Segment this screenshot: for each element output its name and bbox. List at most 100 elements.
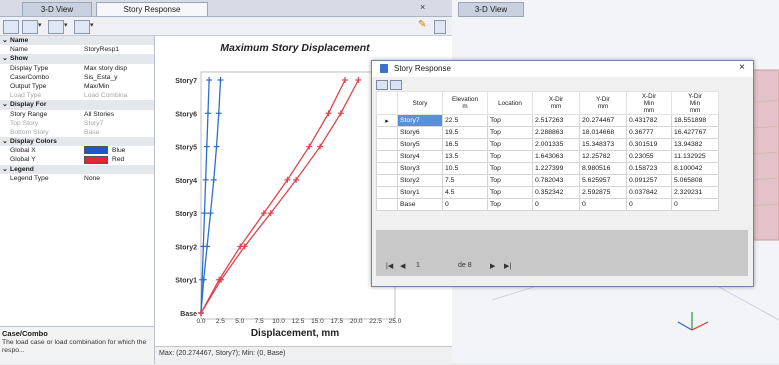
table-row[interactable]: Base 0 Top 0 0 0 0 (376, 198, 719, 211)
row-indicator[interactable] (376, 162, 398, 175)
table-cell[interactable]: 16.427767 (671, 126, 719, 139)
collapse-toggle-icon[interactable]: ⌄ (2, 137, 8, 146)
table-cell[interactable]: 0.782043 (532, 174, 580, 187)
next-page-button[interactable]: ▶ (490, 262, 495, 270)
table-cell[interactable]: 16.5 (442, 138, 488, 151)
tab-3d-view-right[interactable]: 3-D View (458, 2, 524, 17)
close-tab-icon[interactable]: × (420, 2, 425, 12)
collapse-toggle-icon[interactable]: ⌄ (2, 54, 8, 63)
property-row[interactable]: Bottom Story Base (0, 128, 154, 137)
table-cell[interactable]: Top (487, 186, 533, 199)
property-row[interactable]: Display Type Max story disp (0, 64, 154, 73)
table-cell[interactable]: 8.980516 (579, 162, 627, 175)
table-cell[interactable]: 12.25782 (579, 150, 627, 163)
property-row[interactable]: Load Type Load Combina (0, 91, 154, 100)
table-cell[interactable]: 2.288863 (532, 126, 580, 139)
color-swatch[interactable] (84, 155, 108, 164)
table-cell[interactable]: 0 (671, 198, 719, 211)
table-cell[interactable]: 10.5 (442, 162, 488, 175)
table-row[interactable]: Story2 7.5 Top 0.782043 5.625957 0.091257 5.06… (376, 174, 719, 187)
property-category[interactable]: ⌄ Display For (0, 100, 154, 110)
property-row[interactable]: Name StoryResp1 (0, 45, 154, 54)
tab-story-response[interactable]: Story Response (96, 2, 208, 16)
table-cell[interactable]: 0.037842 (626, 186, 672, 199)
table-cell[interactable]: Story3 (397, 162, 443, 175)
table-icon[interactable] (48, 20, 64, 34)
table-cell[interactable]: Top (487, 150, 533, 163)
close-icon[interactable]: × (739, 62, 745, 73)
table-cell[interactable]: 2.001335 (532, 138, 580, 151)
table-cell[interactable]: 0.158723 (626, 162, 672, 175)
copy-icon[interactable] (390, 80, 402, 90)
column-header[interactable]: Location (487, 91, 533, 115)
table-row[interactable]: Story5 16.5 Top 2.001335 15.348373 0.301519 13… (376, 138, 719, 151)
property-row[interactable]: Legend Type None (0, 174, 154, 183)
property-value[interactable]: Blue (84, 146, 154, 155)
property-value[interactable]: Red (84, 155, 154, 164)
property-row[interactable]: Global X Blue (0, 146, 154, 155)
print-icon[interactable] (74, 20, 90, 34)
table-cell[interactable]: Story1 (397, 186, 443, 199)
property-row[interactable]: Story Range All Stories (0, 110, 154, 119)
table-cell[interactable]: 0.23055 (626, 150, 672, 163)
table-cell[interactable]: 0 (579, 198, 627, 211)
property-value[interactable]: Base (84, 128, 154, 137)
row-indicator[interactable] (376, 198, 398, 211)
chevron-down-icon[interactable]: ▾ (64, 21, 68, 29)
row-indicator[interactable] (376, 138, 398, 151)
table-cell[interactable]: Story6 (397, 126, 443, 139)
column-header[interactable]: X-Dir mm (532, 91, 580, 115)
property-value[interactable]: Story7 (84, 119, 154, 128)
collapse-toggle-icon[interactable]: ⌄ (2, 165, 8, 174)
last-page-button[interactable]: ▶| (504, 262, 511, 270)
property-value[interactable]: Sis_Esta_y (84, 73, 154, 82)
table-cell[interactable]: Story7 (397, 114, 443, 127)
table-cell[interactable]: 0 (532, 198, 580, 211)
column-header[interactable]: X-Dir Min mm (626, 91, 672, 115)
table-cell[interactable]: 19.5 (442, 126, 488, 139)
property-row[interactable]: Case/Combo Sis_Esta_y (0, 73, 154, 82)
table-cell[interactable]: 0 (442, 198, 488, 211)
table-cell[interactable]: 1.227399 (532, 162, 580, 175)
table-cell[interactable]: 7.5 (442, 174, 488, 187)
row-indicator[interactable] (376, 186, 398, 199)
table-cell[interactable]: 0 (626, 198, 672, 211)
property-value[interactable]: Load Combina (84, 91, 154, 100)
table-cell[interactable]: 13.94382 (671, 138, 719, 151)
property-category[interactable]: ⌄ Legend (0, 164, 154, 174)
options-icon[interactable] (434, 20, 446, 34)
table-cell[interactable]: 18.551898 (671, 114, 719, 127)
property-category[interactable]: ⌄ Display Colors (0, 137, 154, 147)
table-cell[interactable]: 13.5 (442, 150, 488, 163)
chevron-down-icon[interactable]: ▾ (38, 21, 42, 29)
column-header[interactable]: Y-Dir Min mm (671, 91, 719, 115)
table-cell[interactable]: 2.517263 (532, 114, 580, 127)
property-value[interactable]: All Stories (84, 110, 154, 119)
table-cell[interactable]: 8.100042 (671, 162, 719, 175)
property-category[interactable]: ⌄ Name (0, 36, 154, 46)
table-row[interactable]: Story1 4.5 Top 0.352342 2.592875 0.037842 2.32… (376, 186, 719, 199)
table-cell[interactable]: Story2 (397, 174, 443, 187)
export-icon[interactable] (22, 20, 38, 34)
tab-3d-view[interactable]: 3-D View (22, 2, 92, 16)
pencil-icon[interactable]: ✎ (418, 19, 426, 30)
table-cell[interactable]: Top (487, 138, 533, 151)
table-row[interactable]: Story6 19.5 Top 2.288863 18.014668 0.36777 16.… (376, 126, 719, 139)
table-cell[interactable]: 2.592875 (579, 186, 627, 199)
property-row[interactable]: Top Story Story7 (0, 119, 154, 128)
row-indicator[interactable]: ▸ (376, 114, 398, 127)
row-indicator[interactable] (376, 150, 398, 163)
table-cell[interactable]: Story4 (397, 150, 443, 163)
property-value[interactable]: Max/Min (84, 82, 154, 91)
table-cell[interactable]: 15.348373 (579, 138, 627, 151)
table-cell[interactable]: Top (487, 126, 533, 139)
collapse-toggle-icon[interactable]: ⌄ (2, 100, 8, 109)
first-page-button[interactable]: |◀ (386, 262, 393, 270)
properties-icon[interactable] (3, 20, 19, 34)
column-header[interactable]: Y-Dir mm (579, 91, 627, 115)
property-row[interactable]: Global Y Red (0, 155, 154, 164)
row-indicator[interactable] (376, 126, 398, 139)
table-cell[interactable]: 2.329231 (671, 186, 719, 199)
table-cell[interactable]: 0.36777 (626, 126, 672, 139)
row-indicator[interactable] (376, 174, 398, 187)
